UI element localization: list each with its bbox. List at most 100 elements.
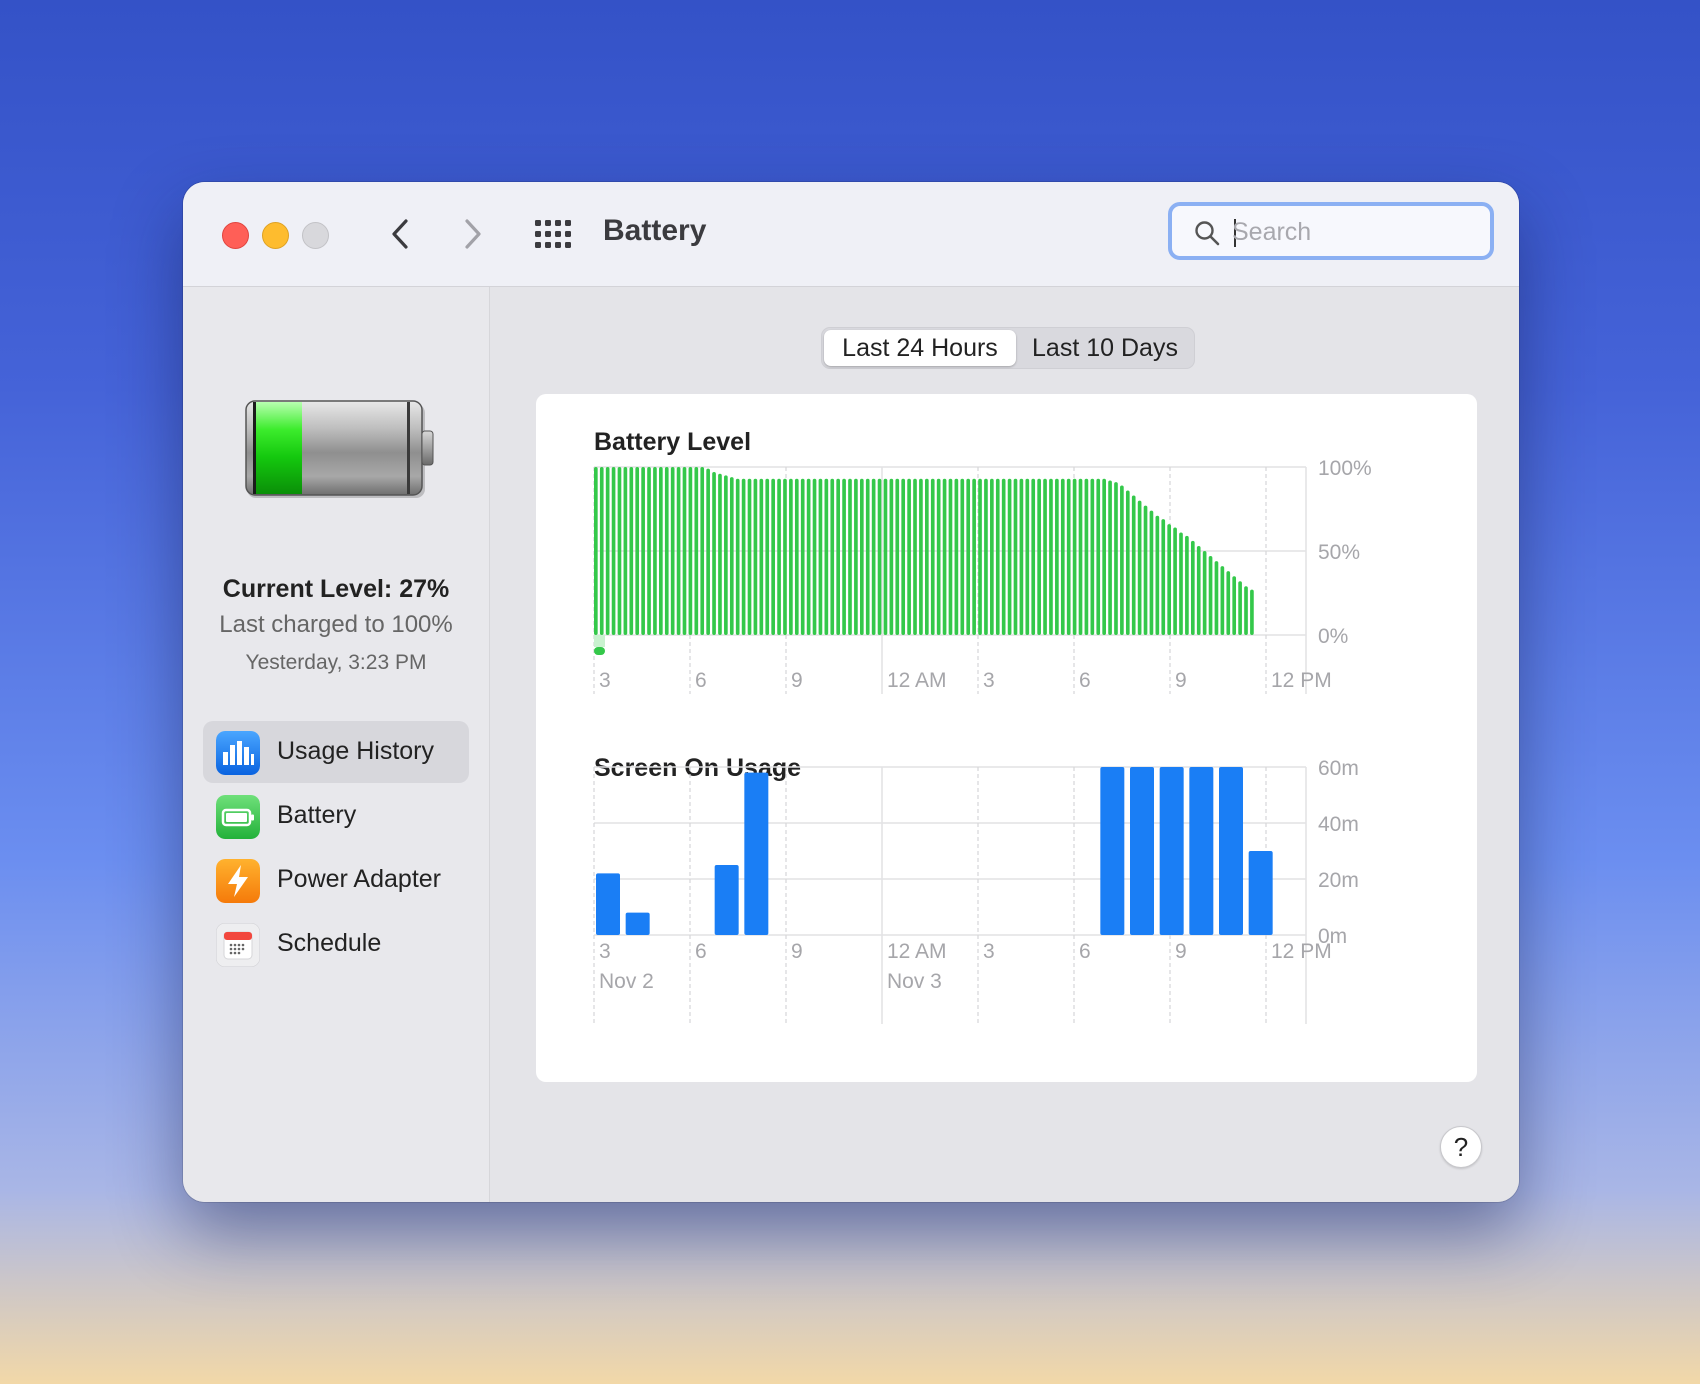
battery-level-bar: [1196, 545, 1201, 635]
battery-level-bar: [800, 478, 805, 635]
battery-level-bar: [966, 478, 971, 635]
x-tick-label: 9: [1175, 940, 1187, 963]
y-tick-label: 40m: [1318, 813, 1359, 836]
last-charged-label: Last charged to 100%: [219, 611, 453, 638]
battery-level-bar: [653, 467, 657, 635]
battery-level-bar: [1202, 551, 1207, 635]
battery-level-bar: [641, 467, 645, 635]
show-all-button[interactable]: [534, 218, 572, 250]
battery-level-bar: [883, 478, 888, 635]
battery-level-bar: [700, 467, 705, 635]
x-tick-label: 9: [791, 669, 803, 692]
battery-level-bar: [842, 478, 846, 635]
battery-level-bar: [1137, 500, 1142, 635]
search-input[interactable]: [1230, 214, 1474, 250]
sidebar-item-schedule[interactable]: Schedule: [203, 913, 469, 975]
chevron-left-icon: [392, 219, 408, 249]
battery-level-bar: [747, 478, 752, 635]
battery-level-bar: [1125, 490, 1130, 635]
y-tick-label: 50%: [1318, 541, 1360, 564]
battery-level-bar: [1084, 478, 1089, 635]
battery-level-bar: [599, 467, 604, 635]
x-tick-label: 6: [1079, 669, 1091, 692]
battery-level-bar: [1114, 482, 1118, 635]
battery-level-bar: [724, 475, 728, 635]
battery-level-bar: [765, 478, 770, 635]
close-button[interactable]: [222, 222, 249, 249]
minimize-button[interactable]: [262, 222, 289, 249]
battery-level-bar: [1190, 540, 1195, 635]
x-tick-label: 12 AM: [887, 669, 947, 692]
zoom-button[interactable]: [302, 222, 329, 249]
battery-level-bar: [824, 478, 829, 635]
screen-on-usage-bar: [1130, 767, 1154, 935]
sidebar-item-battery[interactable]: Battery: [203, 785, 469, 847]
screen-on-usage-bar: [1100, 767, 1125, 935]
battery-level-bar: [647, 467, 651, 635]
battery-level-bar: [1108, 480, 1112, 635]
battery-level-bar: [818, 478, 823, 635]
battery-level-bar: [1244, 586, 1248, 635]
battery-level-bar: [913, 478, 917, 635]
battery-level-bar: [1161, 519, 1166, 635]
battery-level-bar: [664, 467, 669, 635]
screen-on-usage-bar: [744, 772, 769, 935]
battery-level-bar: [741, 478, 746, 635]
battery-level-bar: [1238, 581, 1242, 635]
battery-level-bar: [889, 478, 894, 635]
battery-level-bar: [859, 478, 864, 635]
battery-icon: [216, 795, 260, 839]
battery-level-bar: [830, 478, 835, 635]
battery-level-bar: [1214, 561, 1219, 635]
sidebar-item-label: Schedule: [277, 929, 382, 957]
battery-level-bar: [1096, 478, 1101, 635]
battery-level-bar: [948, 478, 953, 635]
battery-level-bar: [611, 467, 616, 635]
battery-level-bar: [635, 467, 640, 635]
screen-on-usage-bar: [1219, 767, 1243, 935]
battery-level-bar: [1185, 535, 1189, 635]
date-label: Nov 3: [887, 970, 942, 993]
battery-level-bar: [712, 472, 716, 635]
battery-level-bar: [1019, 478, 1024, 635]
battery-level-bar: [930, 478, 935, 635]
battery-level-bar: [777, 478, 781, 635]
y-tick-label: 100%: [1318, 457, 1372, 480]
search-field[interactable]: [1168, 202, 1494, 260]
battery-level-bar: [623, 467, 628, 635]
battery-level-bar: [901, 478, 906, 635]
screen-on-usage-chart: 60m40m20m0m3 6 9 12 AM 3 6 9 12 PMNov 2 Nov 3: [593, 757, 1359, 1024]
title-bar: Battery: [183, 182, 1519, 287]
sidebar-item-label: Usage History: [277, 737, 434, 765]
forward-button[interactable]: [451, 212, 495, 256]
battery-level-bar: [925, 478, 929, 635]
battery-level-bar: [617, 467, 622, 635]
battery-level-bar: [1120, 485, 1124, 635]
battery-level-bar: [759, 478, 764, 635]
usage-history-icon: [216, 731, 260, 775]
battery-level-bar: [718, 473, 722, 635]
x-tick-label: 6: [695, 669, 707, 692]
battery-level-bar: [1055, 478, 1059, 635]
battery-level-bar: [1072, 478, 1077, 635]
battery-level-bar: [960, 478, 965, 635]
battery-level-bar: [629, 467, 634, 635]
battery-level-bar: [676, 467, 681, 635]
sidebar-item-usage-history[interactable]: Usage History: [203, 721, 469, 783]
help-button[interactable]: ?: [1440, 1126, 1482, 1168]
back-button[interactable]: [378, 212, 422, 256]
battery-level-bar: [1037, 478, 1041, 635]
tab-last-10-days[interactable]: Last 10 Days: [1018, 330, 1192, 366]
battery-level-bar: [753, 478, 758, 635]
battery-level-bar: [1131, 495, 1136, 635]
sidebar-item-label: Battery: [277, 801, 357, 829]
sidebar-item-power-adapter[interactable]: Power Adapter: [203, 849, 469, 911]
tab-last-24-hours[interactable]: Last 24 Hours: [824, 330, 1016, 366]
battery-level-bar: [1149, 510, 1154, 635]
battery-level-bar: [972, 478, 976, 635]
battery-level-bar: [1155, 515, 1160, 635]
y-tick-label: 60m: [1318, 757, 1359, 780]
battery-level-chart: 100% 50% 0% 3 6 9 12 AM 3 6 9 12 PM: [593, 457, 1372, 694]
power-adapter-icon: [216, 859, 260, 903]
battery-level-bar: [1049, 478, 1053, 635]
